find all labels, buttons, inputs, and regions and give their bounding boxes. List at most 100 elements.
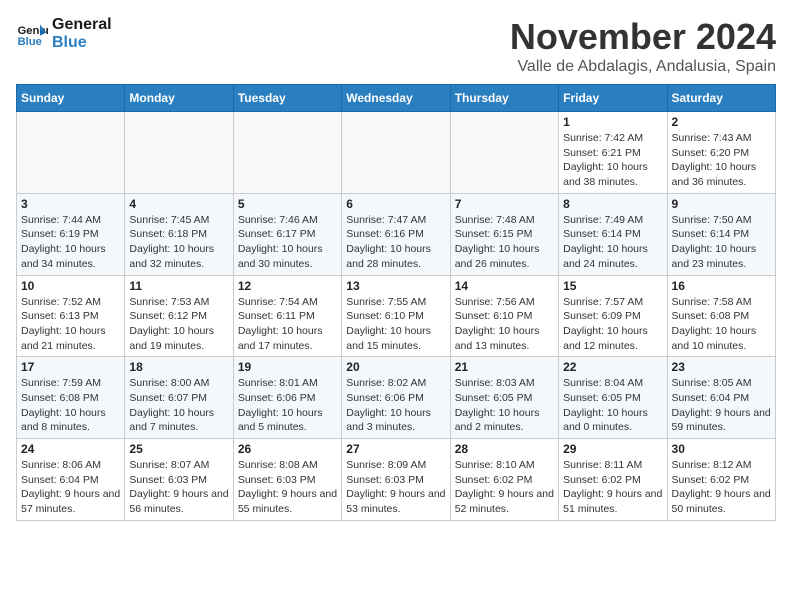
calendar-cell: 8Sunrise: 7:49 AMSunset: 6:14 PMDaylight… [559, 193, 667, 275]
calendar-week-row: 17 Sunrise: 7:59 AMSunset: 6:08 PMDayligh… [17, 357, 776, 439]
day-info: Sunrise: 7:54 AMSunset: 6:11 PMDaylight:… [238, 295, 337, 354]
day-number: 19 [238, 360, 337, 374]
calendar-cell [342, 112, 450, 194]
calendar-cell: 6 Sunrise: 7:47 AMSunset: 6:16 PMDaylight… [342, 193, 450, 275]
calendar-week-row: 24 Sunrise: 8:06 AMSunset: 6:04 PMDayligh… [17, 439, 776, 521]
day-info: Sunrise: 7:44 AMSunset: 6:19 PMDaylight:… [21, 213, 120, 272]
day-number: 20 [346, 360, 445, 374]
calendar-cell: 3 Sunrise: 7:44 AMSunset: 6:19 PMDaylight… [17, 193, 125, 275]
day-number: 12 [238, 279, 337, 293]
calendar-cell: 29 Sunrise: 8:11 AMSunset: 6:02 PMDayligh… [559, 439, 667, 521]
calendar-table: SundayMondayTuesdayWednesdayThursdayFrid… [16, 84, 776, 521]
weekday-header-thursday: Thursday [450, 85, 558, 112]
day-info: Sunrise: 7:42 AMSunset: 6:21 PMDaylight:… [563, 131, 662, 190]
weekday-header-sunday: Sunday [17, 85, 125, 112]
day-info: Sunrise: 7:55 AMSunset: 6:10 PMDaylight:… [346, 295, 445, 354]
calendar-cell: 18 Sunrise: 8:00 AMSunset: 6:07 PMDayligh… [125, 357, 233, 439]
calendar-cell [233, 112, 341, 194]
day-info: Sunrise: 7:45 AMSunset: 6:18 PMDaylight:… [129, 213, 228, 272]
day-info: Sunrise: 8:00 AMSunset: 6:07 PMDaylight:… [129, 376, 228, 435]
day-number: 14 [455, 279, 554, 293]
day-info: Sunrise: 7:59 AMSunset: 6:08 PMDaylight:… [21, 376, 120, 435]
day-info: Sunrise: 8:12 AMSunset: 6:02 PMDaylight:… [672, 458, 771, 517]
day-info: Sunrise: 7:58 AMSunset: 6:08 PMDaylight:… [672, 295, 771, 354]
day-info: Sunrise: 7:50 AMSunset: 6:14 PMDaylight:… [672, 213, 771, 272]
day-number: 8 [563, 197, 662, 211]
calendar-cell: 16 Sunrise: 7:58 AMSunset: 6:08 PMDayligh… [667, 275, 775, 357]
day-info: Sunrise: 7:46 AMSunset: 6:17 PMDaylight:… [238, 213, 337, 272]
day-number: 23 [672, 360, 771, 374]
day-number: 2 [672, 115, 771, 129]
day-number: 1 [563, 115, 662, 129]
day-info: Sunrise: 7:43 AMSunset: 6:20 PMDaylight:… [672, 131, 771, 190]
calendar-cell: 21 Sunrise: 8:03 AMSunset: 6:05 PMDayligh… [450, 357, 558, 439]
calendar-cell [125, 112, 233, 194]
day-number: 4 [129, 197, 228, 211]
calendar-cell: 30 Sunrise: 8:12 AMSunset: 6:02 PMDayligh… [667, 439, 775, 521]
calendar-week-row: 1 Sunrise: 7:42 AMSunset: 6:21 PMDaylight… [17, 112, 776, 194]
day-number: 18 [129, 360, 228, 374]
day-info: Sunrise: 8:04 AMSunset: 6:05 PMDaylight:… [563, 376, 662, 435]
logo-general: General [52, 16, 112, 34]
day-number: 17 [21, 360, 120, 374]
calendar-cell: 22Sunrise: 8:04 AMSunset: 6:05 PMDayligh… [559, 357, 667, 439]
day-info: Sunrise: 8:06 AMSunset: 6:04 PMDaylight:… [21, 458, 120, 517]
logo: General Blue General Blue [16, 16, 112, 51]
location-subtitle: Valle de Abdalagis, Andalusia, Spain [510, 58, 776, 76]
calendar-cell: 12 Sunrise: 7:54 AMSunset: 6:11 PMDayligh… [233, 275, 341, 357]
calendar-cell [17, 112, 125, 194]
calendar-cell: 27 Sunrise: 8:09 AMSunset: 6:03 PMDayligh… [342, 439, 450, 521]
calendar-cell: 9Sunrise: 7:50 AMSunset: 6:14 PMDaylight… [667, 193, 775, 275]
day-number: 24 [21, 442, 120, 456]
calendar-cell: 24 Sunrise: 8:06 AMSunset: 6:04 PMDayligh… [17, 439, 125, 521]
day-info: Sunrise: 8:10 AMSunset: 6:02 PMDaylight:… [455, 458, 554, 517]
day-number: 25 [129, 442, 228, 456]
day-number: 16 [672, 279, 771, 293]
calendar-cell: 11Sunrise: 7:53 AMSunset: 6:12 PMDayligh… [125, 275, 233, 357]
calendar-cell: 20Sunrise: 8:02 AMSunset: 6:06 PMDayligh… [342, 357, 450, 439]
day-number: 6 [346, 197, 445, 211]
calendar-cell: 7Sunrise: 7:48 AMSunset: 6:15 PMDaylight… [450, 193, 558, 275]
day-number: 27 [346, 442, 445, 456]
calendar-cell: 17 Sunrise: 7:59 AMSunset: 6:08 PMDayligh… [17, 357, 125, 439]
title-area: November 2024 Valle de Abdalagis, Andalu… [510, 16, 776, 76]
calendar-cell [450, 112, 558, 194]
calendar-cell: 2 Sunrise: 7:43 AMSunset: 6:20 PMDaylight… [667, 112, 775, 194]
calendar-cell: 15Sunrise: 7:57 AMSunset: 6:09 PMDayligh… [559, 275, 667, 357]
weekday-header-friday: Friday [559, 85, 667, 112]
weekday-header-row: SundayMondayTuesdayWednesdayThursdayFrid… [17, 85, 776, 112]
month-title: November 2024 [510, 16, 776, 58]
svg-text:Blue: Blue [18, 36, 42, 48]
day-info: Sunrise: 7:47 AMSunset: 6:16 PMDaylight:… [346, 213, 445, 272]
day-info: Sunrise: 8:05 AMSunset: 6:04 PMDaylight:… [672, 376, 771, 435]
day-number: 5 [238, 197, 337, 211]
calendar-cell: 1 Sunrise: 7:42 AMSunset: 6:21 PMDaylight… [559, 112, 667, 194]
weekday-header-tuesday: Tuesday [233, 85, 341, 112]
weekday-header-saturday: Saturday [667, 85, 775, 112]
calendar-cell: 5 Sunrise: 7:46 AMSunset: 6:17 PMDaylight… [233, 193, 341, 275]
day-info: Sunrise: 7:56 AMSunset: 6:10 PMDaylight:… [455, 295, 554, 354]
day-info: Sunrise: 8:08 AMSunset: 6:03 PMDaylight:… [238, 458, 337, 517]
calendar-cell: 25Sunrise: 8:07 AMSunset: 6:03 PMDayligh… [125, 439, 233, 521]
day-number: 10 [21, 279, 120, 293]
day-info: Sunrise: 8:11 AMSunset: 6:02 PMDaylight:… [563, 458, 662, 517]
day-info: Sunrise: 8:03 AMSunset: 6:05 PMDaylight:… [455, 376, 554, 435]
day-number: 3 [21, 197, 120, 211]
day-number: 26 [238, 442, 337, 456]
calendar-cell: 28 Sunrise: 8:10 AMSunset: 6:02 PMDayligh… [450, 439, 558, 521]
day-info: Sunrise: 7:57 AMSunset: 6:09 PMDaylight:… [563, 295, 662, 354]
weekday-header-monday: Monday [125, 85, 233, 112]
day-number: 30 [672, 442, 771, 456]
calendar-cell: 13Sunrise: 7:55 AMSunset: 6:10 PMDayligh… [342, 275, 450, 357]
day-number: 21 [455, 360, 554, 374]
day-info: Sunrise: 7:52 AMSunset: 6:13 PMDaylight:… [21, 295, 120, 354]
day-info: Sunrise: 7:53 AMSunset: 6:12 PMDaylight:… [129, 295, 228, 354]
calendar-cell: 23 Sunrise: 8:05 AMSunset: 6:04 PMDayligh… [667, 357, 775, 439]
calendar-cell: 4 Sunrise: 7:45 AMSunset: 6:18 PMDaylight… [125, 193, 233, 275]
day-number: 7 [455, 197, 554, 211]
day-number: 29 [563, 442, 662, 456]
calendar-cell: 10 Sunrise: 7:52 AMSunset: 6:13 PMDayligh… [17, 275, 125, 357]
day-number: 28 [455, 442, 554, 456]
page-header: General Blue General Blue November 2024 … [16, 16, 776, 76]
day-info: Sunrise: 8:09 AMSunset: 6:03 PMDaylight:… [346, 458, 445, 517]
